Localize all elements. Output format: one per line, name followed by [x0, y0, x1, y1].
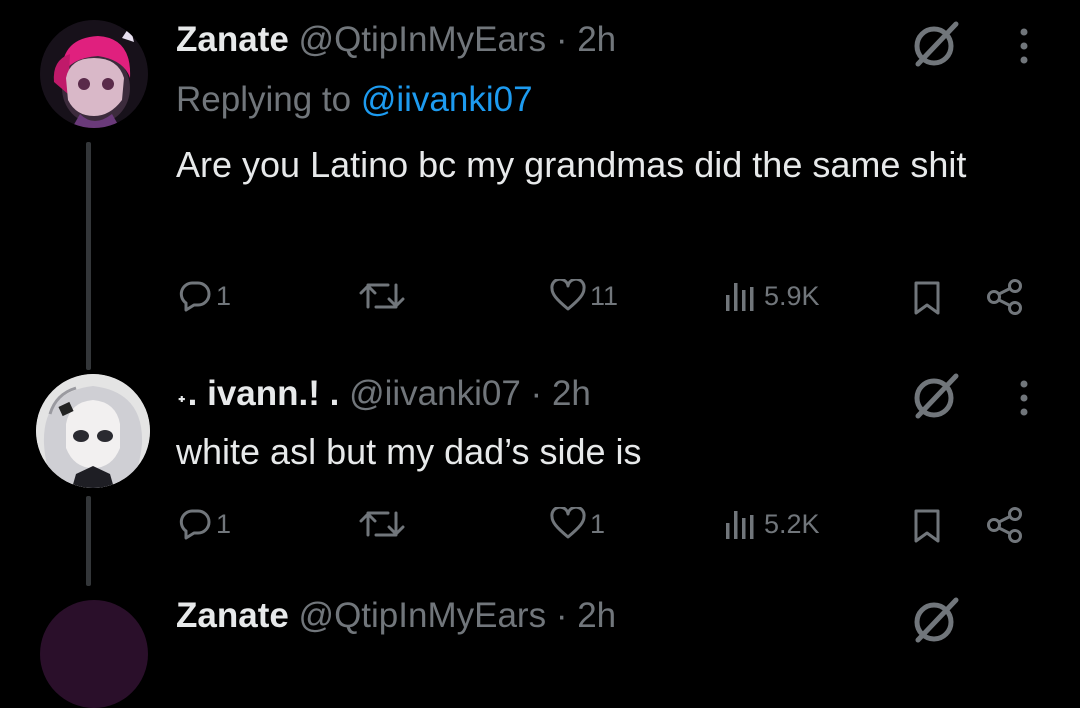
grok-icon[interactable] — [906, 590, 966, 650]
retweet-icon — [359, 511, 405, 537]
view-count: 5.2K — [764, 508, 820, 539]
timestamp[interactable]: 2h — [577, 596, 616, 635]
retweet-button[interactable] — [358, 507, 410, 541]
handle[interactable]: @QtipInMyEars — [299, 596, 547, 635]
views-icon — [726, 511, 754, 539]
thread-line — [86, 142, 91, 370]
display-name[interactable]: ˖. ivann.! . — [176, 374, 339, 413]
like-icon — [550, 279, 586, 311]
bookmark-icon[interactable] — [910, 280, 944, 316]
grok-icon[interactable] — [906, 366, 966, 426]
retweet-button[interactable] — [358, 279, 410, 313]
views-button[interactable]: 5.2K — [722, 507, 820, 541]
avatar[interactable] — [40, 600, 148, 708]
avatar[interactable] — [40, 20, 148, 128]
timestamp[interactable]: 2h — [552, 374, 591, 413]
share-icon[interactable] — [985, 506, 1025, 544]
bookmark-icon[interactable] — [910, 508, 944, 544]
like-icon — [550, 507, 586, 539]
replying-to: Replying to @iivanki07 — [176, 80, 533, 120]
like-count: 1 — [590, 508, 606, 539]
views-button[interactable]: 5.9K — [722, 279, 820, 313]
retweet-icon — [359, 283, 405, 309]
tweet-header: ˖. ivann.! . @iivanki07 · 2h — [176, 374, 591, 414]
separator: · — [555, 20, 568, 59]
separator: · — [530, 374, 543, 413]
reply-button[interactable]: 1 — [178, 507, 231, 541]
more-icon[interactable] — [1014, 376, 1034, 420]
tweet-text: white asl but my dad’s side is — [176, 431, 642, 472]
reply-button[interactable]: 1 — [178, 279, 231, 313]
reply-count: 1 — [216, 508, 232, 539]
tweet-header: Zanate @QtipInMyEars · 2h — [176, 596, 616, 636]
avatar[interactable] — [36, 374, 150, 488]
like-button[interactable]: 11 — [550, 279, 618, 313]
view-count: 5.9K — [764, 280, 820, 311]
timestamp[interactable]: 2h — [577, 20, 616, 59]
reply-icon — [179, 281, 211, 312]
mention-link[interactable]: @iivanki07 — [361, 80, 533, 119]
tweet-header: Zanate @QtipInMyEars · 2h — [176, 20, 616, 60]
display-name[interactable]: Zanate — [176, 596, 289, 635]
tweet-text: Are you Latino bc my grandmas did the sa… — [176, 144, 967, 185]
handle[interactable]: @iivanki07 — [349, 374, 521, 413]
like-button[interactable]: 1 — [550, 507, 605, 541]
views-icon — [726, 283, 754, 311]
separator: · — [555, 596, 568, 635]
display-name[interactable]: Zanate — [176, 20, 289, 59]
grok-icon[interactable] — [906, 14, 966, 74]
like-count: 11 — [590, 280, 619, 311]
more-icon[interactable] — [1014, 24, 1034, 68]
reply-count: 1 — [216, 280, 232, 311]
share-icon[interactable] — [985, 278, 1025, 316]
thread-line — [86, 496, 91, 586]
reply-icon — [179, 509, 211, 540]
handle[interactable]: @QtipInMyEars — [299, 20, 547, 59]
replying-prefix: Replying to — [176, 80, 352, 119]
